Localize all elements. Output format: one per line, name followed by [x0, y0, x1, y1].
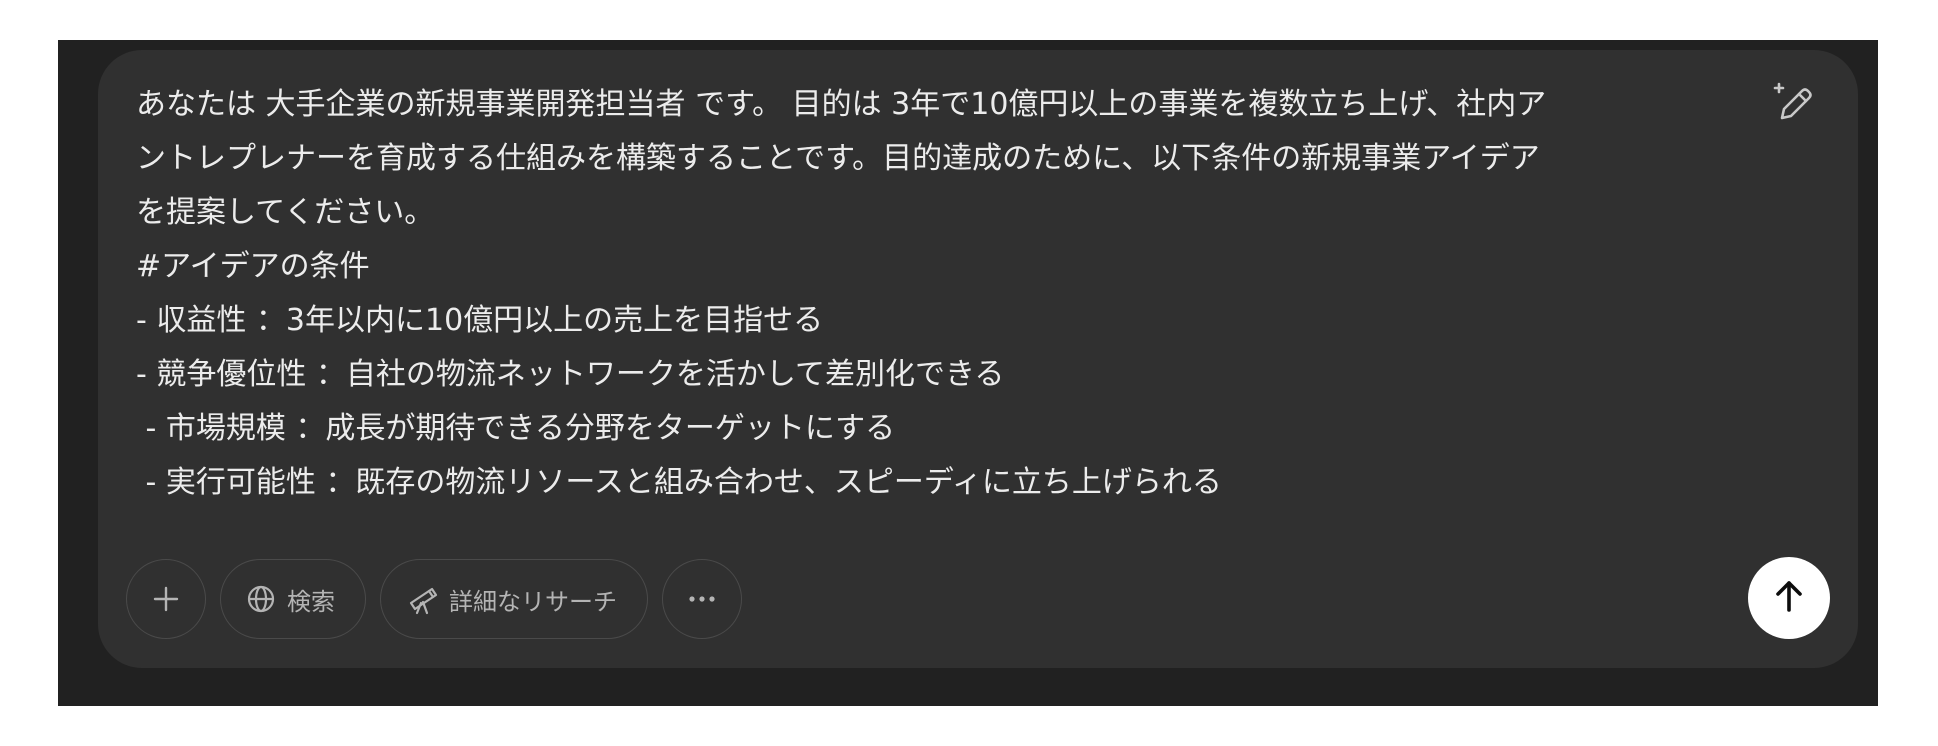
prompt-line: を提案してください。: [136, 195, 435, 230]
prompt-textarea[interactable]: あなたは 大手企業の新規事業開発担当者 です。 目的は 3年で10億円以上の事業…: [136, 78, 1726, 510]
globe-icon: [245, 583, 277, 615]
ellipsis-icon: [687, 595, 717, 603]
more-options-button[interactable]: [662, 559, 742, 639]
prompt-line: - 市場規模 ：成長が期待できる分野をターゲットにする: [136, 411, 896, 446]
prompt-line: #アイデアの条件: [136, 249, 370, 284]
prompt-line: - 実行可能性 ：既存の物流リソースと組み合わせ、スピーディに立ち上げられる: [136, 465, 1222, 500]
prompt-line: - 収益性 ：3年以内に10億円以上の売上を目指せる: [136, 303, 824, 338]
prompt-line: - 競争優位性 ：自社の物流ネットワークを活かして差別化できる: [136, 357, 1005, 392]
composer-toolbar: 検索 詳細なリサーチ: [126, 558, 742, 640]
search-button[interactable]: 検索: [220, 559, 366, 639]
plus-icon: [151, 584, 181, 614]
add-button[interactable]: [126, 559, 206, 639]
send-button[interactable]: [1748, 557, 1830, 639]
arrow-up-icon: [1772, 578, 1806, 618]
deep-research-button-label: 詳細なリサーチ: [449, 587, 617, 616]
prompt-line: あなたは 大手企業の新規事業開発担当者 です。 目的は 3年で10億円以上の事業…: [136, 87, 1547, 122]
search-button-label: 検索: [287, 587, 335, 616]
prompt-line: ントレプレナーを育成する仕組みを構築することです。目的達成のために、以下条件の新…: [136, 141, 1540, 176]
deep-research-button[interactable]: 詳細なリサーチ: [380, 559, 648, 639]
sparkle-pencil-icon[interactable]: [1770, 78, 1818, 126]
telescope-icon: [405, 583, 439, 615]
